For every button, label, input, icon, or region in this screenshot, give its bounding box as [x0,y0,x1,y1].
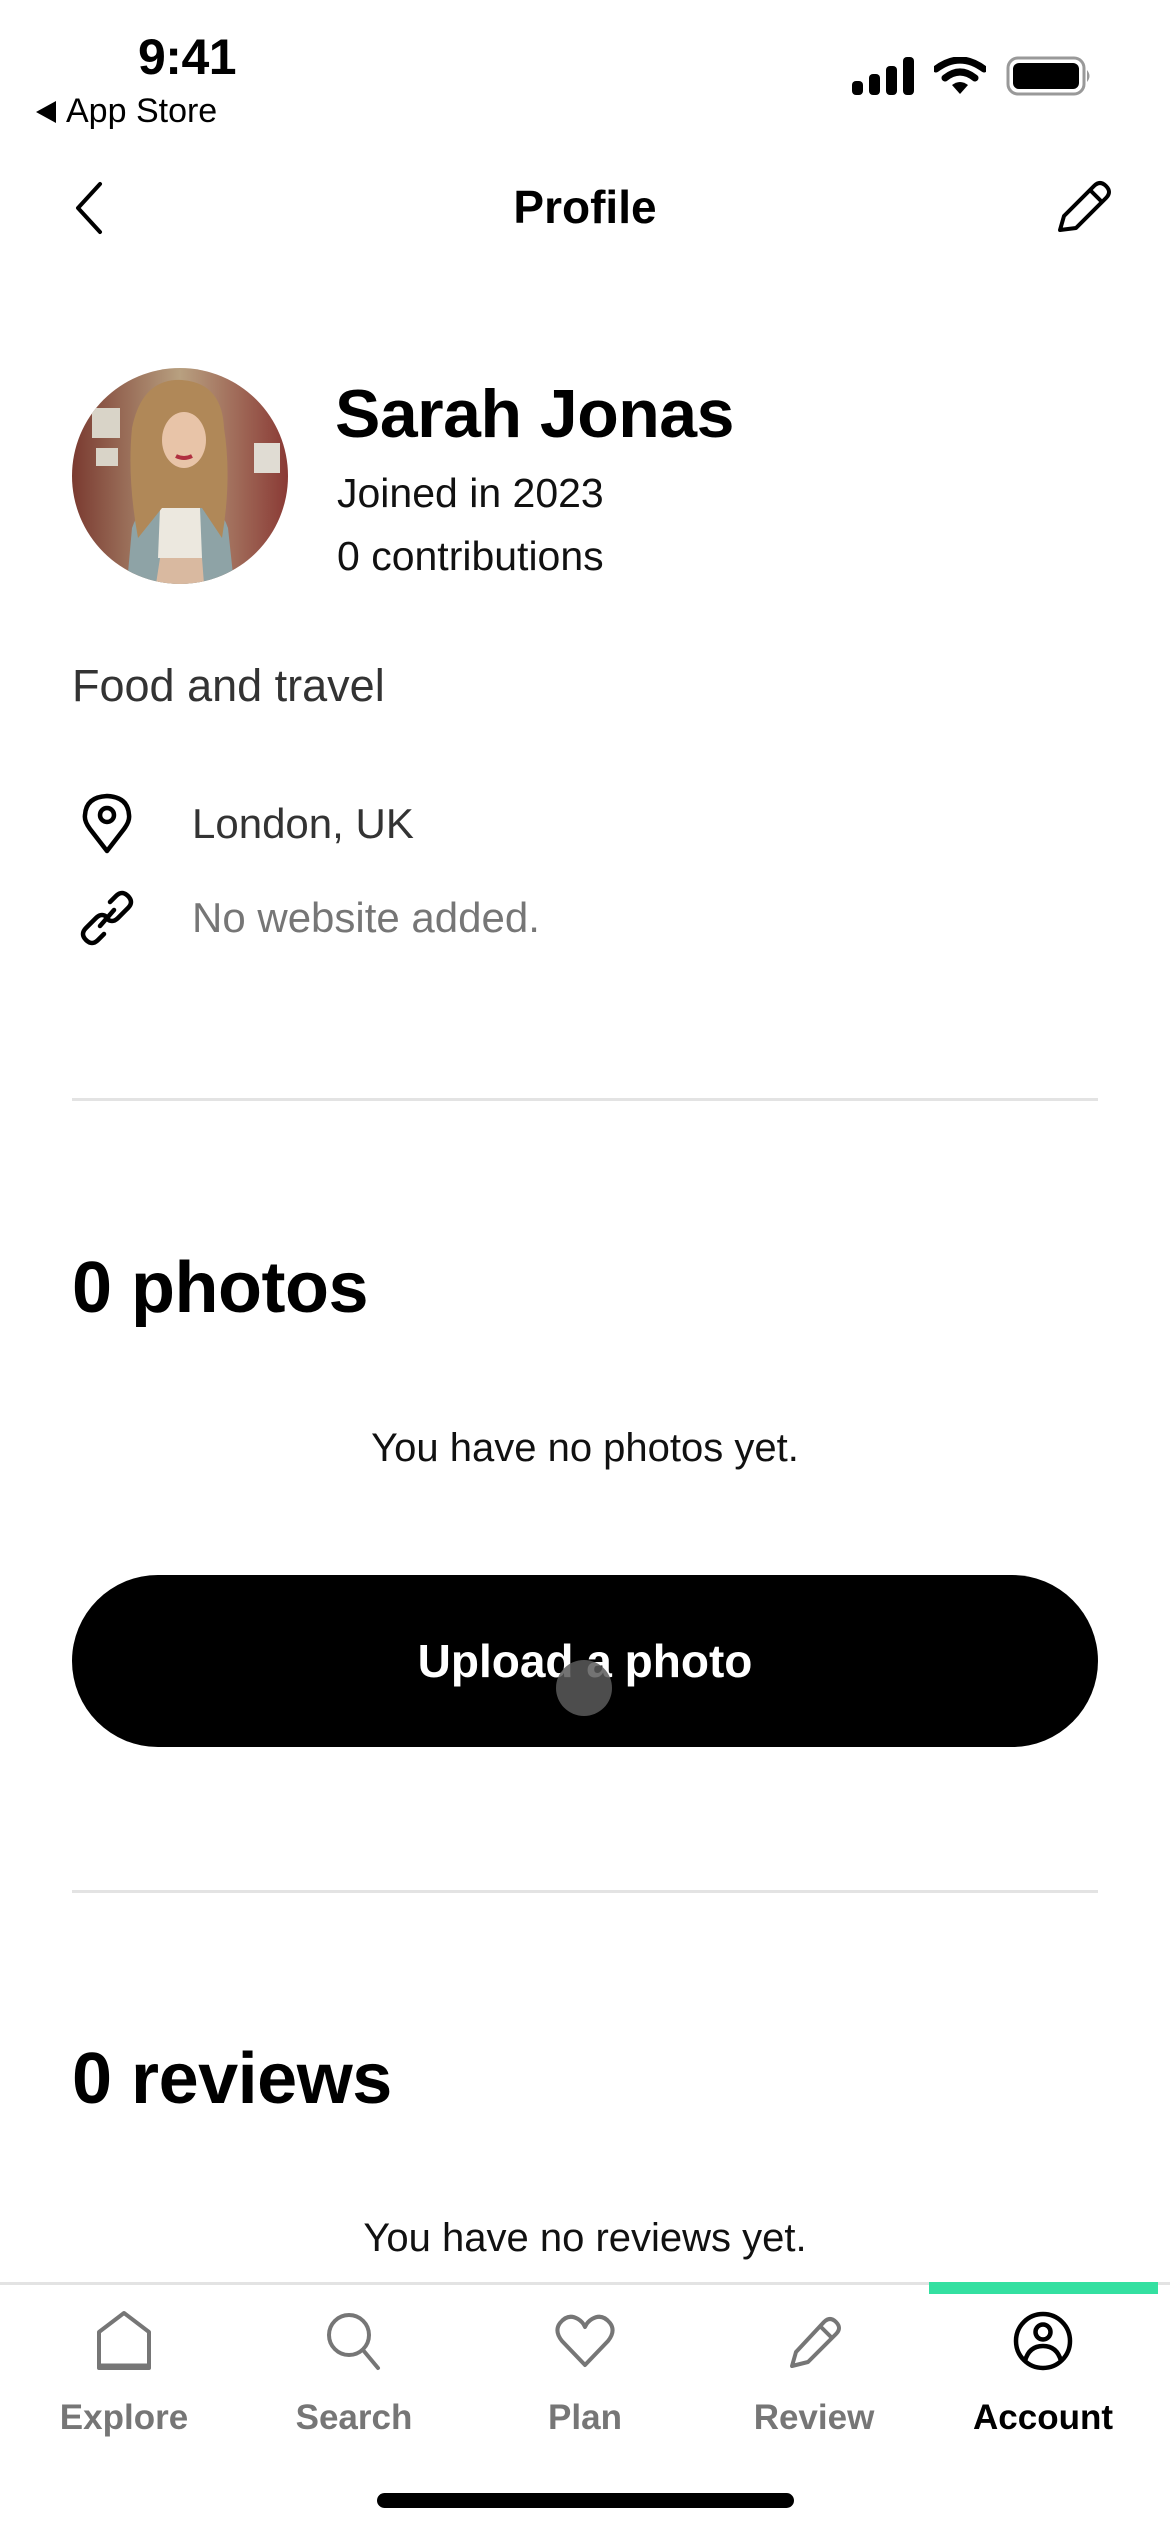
cellular-signal-icon [852,57,914,95]
pencil-icon [1058,181,1111,232]
back-triangle-icon [36,100,56,123]
avatar[interactable] [72,368,288,584]
profile-name: Sarah Jonas [335,376,734,452]
tab-account[interactable]: Account [926,2300,1160,2450]
contributions-count[interactable]: 0 contributions [337,533,604,580]
account-icon [1008,2306,1078,2376]
link-icon [72,886,142,950]
home-icon [89,2306,159,2376]
tab-explore[interactable]: Explore [7,2300,241,2450]
tab-label: Account [973,2398,1113,2437]
search-icon [319,2306,389,2376]
reviews-empty-message: You have no reviews yet. [363,2216,807,2260]
page-title: Profile [513,181,657,233]
tab-label: Plan [548,2398,622,2437]
reviews-title: 0 reviews [72,2039,392,2119]
location-row: London, UK [72,792,414,856]
map-pin-icon [72,792,142,856]
edit-profile-button[interactable] [1050,176,1114,236]
status-time: 9:41 [138,29,237,85]
divider [72,1890,1098,1893]
wifi-icon [934,57,986,94]
status-icons [852,56,1092,96]
home-indicator[interactable] [377,2493,794,2508]
back-to-app-store[interactable]: App Store [36,92,217,131]
tab-label: Review [753,2398,875,2437]
active-tab-indicator [929,2282,1158,2294]
location-text: London, UK [192,800,414,847]
divider [72,1098,1098,1101]
profile-bio: Food and travel [72,660,385,711]
heart-icon [550,2306,620,2376]
upload-photo-button[interactable]: Upload a photo [72,1575,1098,1747]
battery-icon [1006,56,1090,96]
tab-plan[interactable]: Plan [468,2300,702,2450]
website-text: No website added. [192,894,540,941]
joined-date: Joined in 2023 [337,470,604,516]
tab-label: Explore [59,2398,189,2437]
tab-search[interactable]: Search [237,2300,471,2450]
tab-label: Search [295,2398,413,2437]
photos-empty-message: You have no photos yet. [371,1426,799,1470]
photos-title: 0 photos [72,1248,369,1328]
back-app-label: App Store [66,92,218,130]
website-row: No website added. [72,886,540,950]
profile-photo [72,368,288,584]
pencil-icon [779,2306,849,2376]
tab-review[interactable]: Review [697,2300,931,2450]
